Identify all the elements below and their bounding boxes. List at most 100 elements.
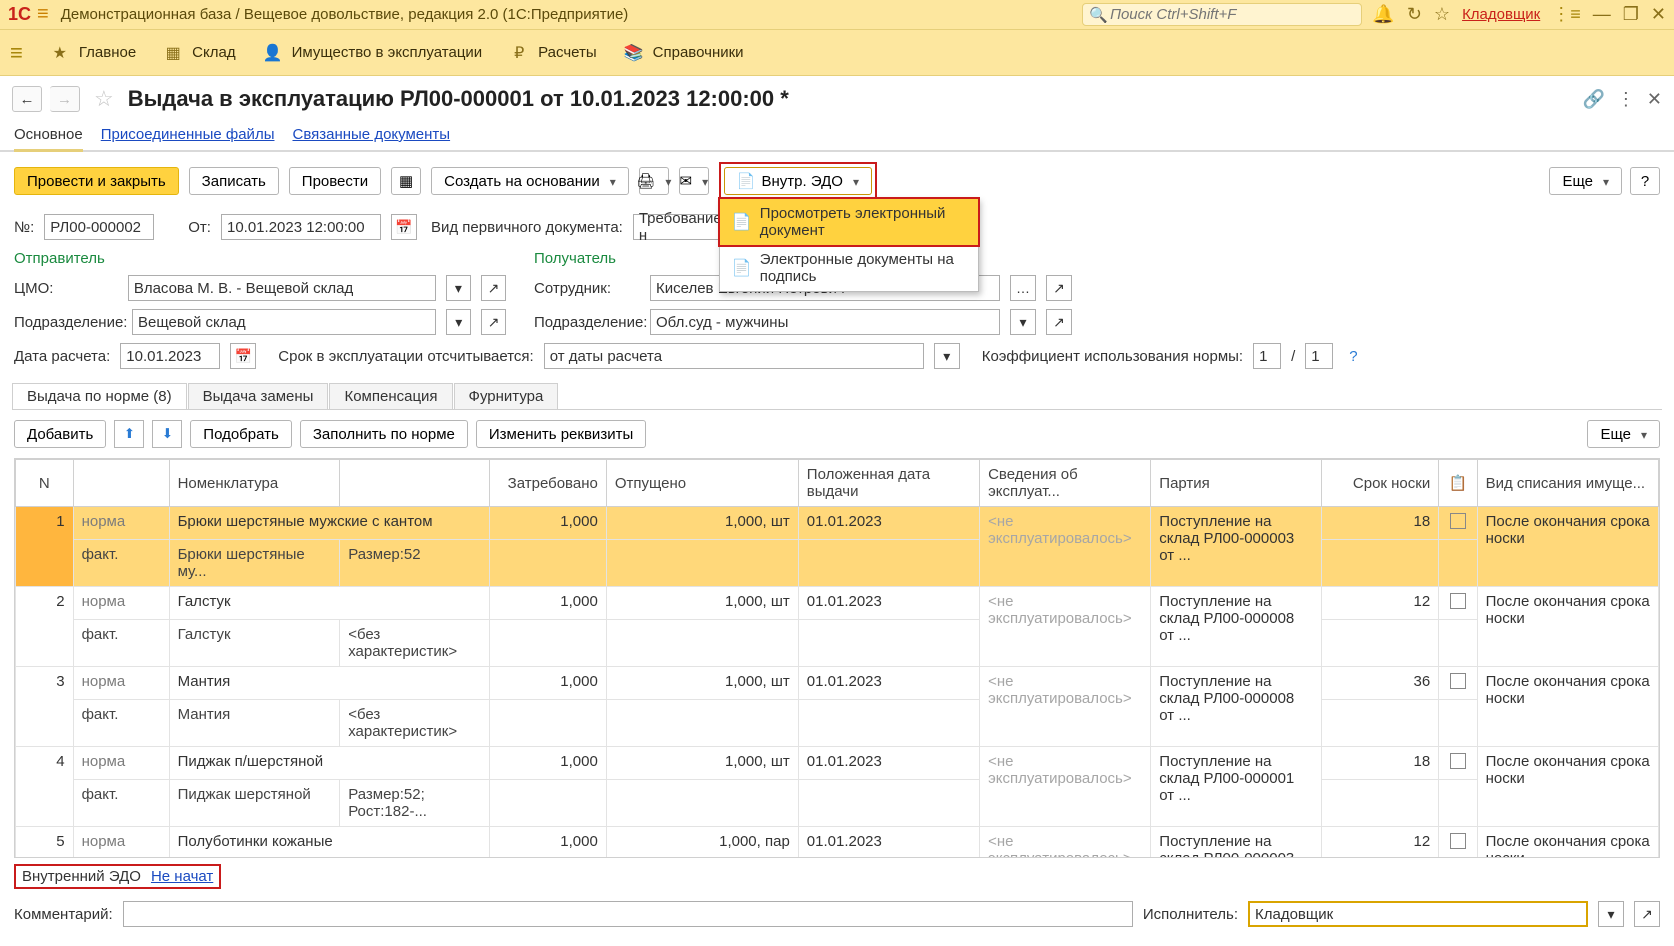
edo-sign-item[interactable]: 📄Электронные документы на подпись <box>720 245 978 291</box>
primary-input[interactable]: Требование-н <box>633 214 725 240</box>
print-button[interactable]: 🖨 <box>639 167 669 195</box>
koef1-input[interactable]: 1 <box>1253 343 1281 369</box>
help-info-icon[interactable]: ? <box>1349 348 1357 365</box>
doc-tab-comp[interactable]: Компенсация <box>329 383 452 409</box>
table-row-fact[interactable]: факт.Мантия<без характеристик> <box>16 700 1659 747</box>
doc-tab-repl[interactable]: Выдача замены <box>188 383 329 409</box>
sections-menu-icon[interactable]: ≡ <box>10 40 23 66</box>
global-search[interactable]: 🔍 <box>1082 3 1362 26</box>
user-link[interactable]: Кладовщик <box>1462 6 1540 23</box>
star-icon[interactable]: ☆ <box>1434 4 1450 25</box>
table-row-fact[interactable]: факт.Пиджак шерстянойРазмер:52; Рост:182… <box>16 780 1659 827</box>
help-button[interactable]: ? <box>1630 167 1660 195</box>
subtab-links[interactable]: Связанные документы <box>292 122 450 150</box>
post-button[interactable]: Провести <box>289 167 381 195</box>
date-calc-input[interactable]: 10.01.2023 <box>120 343 220 369</box>
nav-calc[interactable]: ₽Расчеты <box>510 44 597 62</box>
sotr-dots-icon[interactable]: … <box>1010 275 1036 301</box>
row-checkbox[interactable] <box>1450 593 1466 609</box>
dep2-input[interactable]: Обл.суд - мужчины <box>650 309 1000 335</box>
srok-input[interactable]: от даты расчета <box>544 343 924 369</box>
cmo-dropdown-icon[interactable]: ▾ <box>446 275 471 301</box>
col-pdate[interactable]: Положенная дата выдачи <box>798 460 979 507</box>
subtab-files[interactable]: Присоединенные файлы <box>101 122 275 150</box>
tab-more-button[interactable]: Еще <box>1587 420 1660 448</box>
back-button[interactable]: ← <box>12 86 42 112</box>
mail-button[interactable]: ✉ <box>679 167 709 195</box>
row-checkbox[interactable] <box>1450 673 1466 689</box>
app-menu-icon[interactable]: ≡ <box>37 3 49 26</box>
toolbar-more-button[interactable]: Еще <box>1549 167 1622 195</box>
minimize-icon[interactable]: — <box>1593 4 1611 25</box>
nav-main[interactable]: ★Главное <box>51 44 136 62</box>
global-search-input[interactable] <box>1108 5 1355 24</box>
row-checkbox[interactable] <box>1450 753 1466 769</box>
change-req-button[interactable]: Изменить реквизиты <box>476 420 646 448</box>
dep1-input[interactable]: Вещевой склад <box>132 309 436 335</box>
ispol-dropdown-icon[interactable]: ▾ <box>1598 901 1624 927</box>
col-info[interactable]: Сведения об эксплуат... <box>980 460 1151 507</box>
col-n[interactable]: N <box>16 460 74 507</box>
table-row-fact[interactable]: факт.Галстук<без характеристик> <box>16 620 1659 667</box>
col-party[interactable]: Партия <box>1151 460 1322 507</box>
cmo-input[interactable]: Власова М. В. - Вещевой склад <box>128 275 436 301</box>
save-button[interactable]: Записать <box>189 167 279 195</box>
row-checkbox[interactable] <box>1450 833 1466 849</box>
dep1-dropdown-icon[interactable]: ▾ <box>446 309 471 335</box>
dep2-open-icon[interactable]: ↗ <box>1046 309 1072 335</box>
fill-norm-button[interactable]: Заполнить по норме <box>300 420 468 448</box>
move-up-button[interactable]: ⬆ <box>114 420 144 448</box>
num-input[interactable]: РЛ00-000002 <box>44 214 154 240</box>
nav-assets[interactable]: 👤Имущество в эксплуатации <box>264 44 483 62</box>
favorite-star-icon[interactable]: ☆ <box>94 86 114 112</box>
edo-button[interactable]: 📄 Внутр. ЭДО <box>724 167 872 195</box>
sotr-open-icon[interactable]: ↗ <box>1046 275 1072 301</box>
komm-input[interactable] <box>123 901 1133 927</box>
edo-view-item[interactable]: 📄Просмотреть электронный документ <box>718 197 980 247</box>
row-checkbox[interactable] <box>1450 513 1466 529</box>
forward-button[interactable]: → <box>50 86 80 112</box>
doc-tab-furn[interactable]: Фурнитура <box>454 383 559 409</box>
history-icon[interactable]: ↻ <box>1407 4 1422 25</box>
calendar-icon[interactable]: 📅 <box>391 214 417 240</box>
table-row[interactable]: 3нормаМантия1,0001,000, шт01.01.2023<не … <box>16 667 1659 700</box>
table-row[interactable]: 2нормаГалстук1,0001,000, шт01.01.2023<не… <box>16 587 1659 620</box>
col-nom[interactable]: Номенклатура <box>169 460 340 507</box>
pick-button[interactable]: Подобрать <box>190 420 292 448</box>
srok-dropdown-icon[interactable]: ▾ <box>934 343 960 369</box>
table-row[interactable]: 4нормаПиджак п/шерстяной1,0001,000, шт01… <box>16 747 1659 780</box>
col-flag[interactable]: 📋 <box>1439 460 1477 507</box>
date-calc-calendar-icon[interactable]: 📅 <box>230 343 256 369</box>
koef2-input[interactable]: 1 <box>1305 343 1333 369</box>
col-kind[interactable]: Вид списания имуще... <box>1477 460 1658 507</box>
ispol-input[interactable]: Кладовщик <box>1248 901 1588 927</box>
settings-icon[interactable]: ⋮≡ <box>1552 4 1581 25</box>
col-sock[interactable]: Срок носки <box>1321 460 1438 507</box>
move-down-button[interactable]: ⬇ <box>152 420 182 448</box>
dep2-dropdown-icon[interactable]: ▾ <box>1010 309 1036 335</box>
close-icon[interactable]: ✕ <box>1651 4 1666 25</box>
notifications-icon[interactable]: 🔔 <box>1372 4 1394 25</box>
ispol-open-icon[interactable]: ↗ <box>1634 901 1660 927</box>
page-close-icon[interactable]: ✕ <box>1647 89 1662 110</box>
dep1-open-icon[interactable]: ↗ <box>481 309 506 335</box>
doc-tab-norm[interactable]: Выдача по норме (8) <box>12 383 187 409</box>
more-v-icon[interactable]: ⋮ <box>1617 89 1635 110</box>
nav-stock[interactable]: ▦Склад <box>164 44 235 62</box>
cmo-open-icon[interactable]: ↗ <box>481 275 506 301</box>
restore-icon[interactable]: ❐ <box>1623 4 1639 25</box>
nav-dir[interactable]: 📚Справочники <box>625 44 744 62</box>
col-req[interactable]: Затребовано <box>489 460 606 507</box>
table-row[interactable]: 1нормаБрюки шерстяные мужские с кантом1,… <box>16 507 1659 540</box>
table-row-fact[interactable]: факт.Брюки шерстяные му...Размер:52 <box>16 540 1659 587</box>
subtab-main[interactable]: Основное <box>14 122 83 152</box>
reg-icon-button[interactable]: ▦ <box>391 167 421 195</box>
create-based-button[interactable]: Создать на основании <box>431 167 629 195</box>
items-grid[interactable]: N Номенклатура Затребовано Отпущено Поло… <box>14 458 1660 858</box>
col-out[interactable]: Отпущено <box>606 460 798 507</box>
post-and-close-button[interactable]: Провести и закрыть <box>14 167 179 195</box>
edo-status-link[interactable]: Не начат <box>151 868 213 885</box>
table-row[interactable]: 5нормаПолуботинки кожаные1,0001,000, пар… <box>16 827 1659 859</box>
from-input[interactable]: 10.01.2023 12:00:00 <box>221 214 381 240</box>
link-icon[interactable]: 🔗 <box>1582 89 1604 110</box>
